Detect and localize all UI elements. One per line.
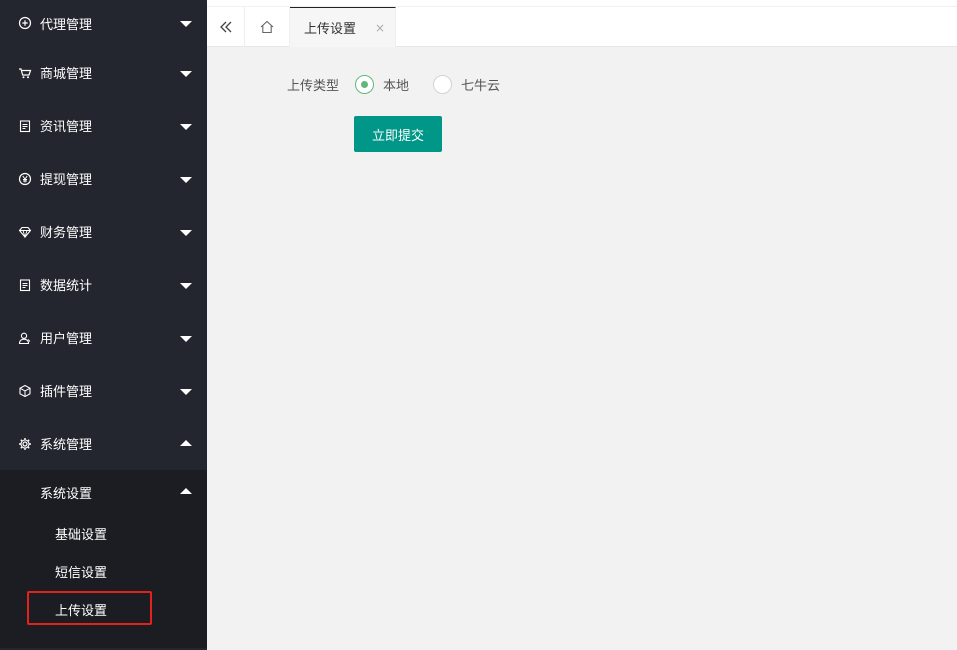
submit-button[interactable]: 立即提交 bbox=[354, 116, 442, 152]
upload-type-label: 上传类型 bbox=[287, 78, 340, 94]
sidebar-item-withdraw[interactable]: 提现管理 bbox=[0, 152, 207, 205]
clipboard-icon bbox=[18, 278, 32, 292]
radio-circle bbox=[433, 74, 453, 94]
plus-circle-icon bbox=[18, 16, 32, 30]
close-icon[interactable]: × bbox=[375, 21, 385, 35]
sidebar-item-label: 商城管理 bbox=[40, 67, 93, 82]
sidebar-item-label: 插件管理 bbox=[40, 385, 93, 400]
highlight-box bbox=[27, 591, 152, 625]
clipboard-icon bbox=[18, 119, 32, 133]
chevron-down-icon bbox=[180, 21, 192, 27]
double-chevron-left-icon bbox=[219, 21, 231, 33]
sidebar-item-agent[interactable]: 代理管理 bbox=[0, 0, 207, 46]
sidebar-item-label: 系统管理 bbox=[40, 438, 93, 453]
cart-icon bbox=[18, 66, 32, 80]
tab-bar: 上传设置 × bbox=[207, 0, 957, 47]
cube-icon bbox=[18, 384, 32, 398]
chevron-down-icon bbox=[180, 388, 192, 395]
radio-circle bbox=[355, 74, 375, 94]
sidebar-item-label: 代理管理 bbox=[40, 17, 93, 33]
chevron-down-icon bbox=[180, 282, 192, 289]
submenu-item-upload-settings[interactable]: 上传设置 bbox=[0, 590, 207, 628]
submenu-item-label: 短信设置 bbox=[55, 565, 108, 581]
chevron-up-icon bbox=[180, 488, 192, 494]
submenu-item-basic-settings[interactable]: 基础设置 bbox=[0, 514, 207, 552]
sidebar: 代理管理 商城管理 资讯管理 提现管理 财务管理 数据统计 用户管理 插件管理 … bbox=[0, 0, 207, 650]
sidebar-item-users[interactable]: 用户管理 bbox=[0, 311, 207, 364]
sidebar-item-finance[interactable]: 财务管理 bbox=[0, 205, 207, 258]
yen-icon bbox=[18, 172, 32, 186]
tab-home[interactable] bbox=[245, 7, 290, 47]
collapse-sidebar-button[interactable] bbox=[207, 7, 245, 47]
main-content: 上传类型 本地 七牛云 立即提交 bbox=[207, 47, 957, 650]
sidebar-item-label: 财务管理 bbox=[40, 226, 93, 241]
chevron-down-icon bbox=[180, 176, 192, 183]
sidebar-item-label: 数据统计 bbox=[40, 279, 93, 294]
gear-icon bbox=[18, 437, 32, 451]
diamond-icon bbox=[18, 225, 32, 239]
system-submenu: 系统设置 基础设置 短信设置 上传设置 bbox=[0, 470, 207, 648]
sidebar-item-label: 资讯管理 bbox=[40, 120, 93, 135]
sidebar-item-stats[interactable]: 数据统计 bbox=[0, 258, 207, 311]
submenu-header-label: 系统设置 bbox=[40, 486, 93, 502]
radio-label: 本地 bbox=[383, 78, 410, 94]
home-icon bbox=[260, 20, 274, 34]
tab-label: 上传设置 bbox=[304, 22, 357, 37]
sidebar-item-system[interactable]: 系统管理 bbox=[0, 417, 207, 470]
sidebar-item-label: 提现管理 bbox=[40, 173, 93, 188]
top-strip bbox=[207, 0, 957, 7]
radio-qiniu[interactable]: 七牛云 bbox=[433, 74, 501, 94]
chevron-down-icon bbox=[180, 123, 192, 130]
submenu-item-sms-settings[interactable]: 短信设置 bbox=[0, 552, 207, 590]
upload-type-row: 上传类型 本地 七牛云 bbox=[287, 74, 524, 94]
submenu-header-system-settings[interactable]: 系统设置 bbox=[0, 470, 207, 514]
tab-upload-settings[interactable]: 上传设置 × bbox=[290, 7, 396, 47]
chevron-up-icon bbox=[180, 439, 192, 446]
radio-label: 七牛云 bbox=[461, 78, 501, 94]
user-icon bbox=[18, 331, 32, 345]
chevron-down-icon bbox=[180, 229, 192, 236]
submenu-item-label: 基础设置 bbox=[55, 527, 108, 543]
chevron-down-icon bbox=[180, 70, 192, 77]
sidebar-item-plugins[interactable]: 插件管理 bbox=[0, 364, 207, 417]
sidebar-item-mall[interactable]: 商城管理 bbox=[0, 46, 207, 99]
sidebar-item-label: 用户管理 bbox=[40, 332, 93, 347]
chevron-down-icon bbox=[180, 335, 192, 342]
radio-local[interactable]: 本地 bbox=[355, 74, 410, 94]
sidebar-item-news[interactable]: 资讯管理 bbox=[0, 99, 207, 152]
